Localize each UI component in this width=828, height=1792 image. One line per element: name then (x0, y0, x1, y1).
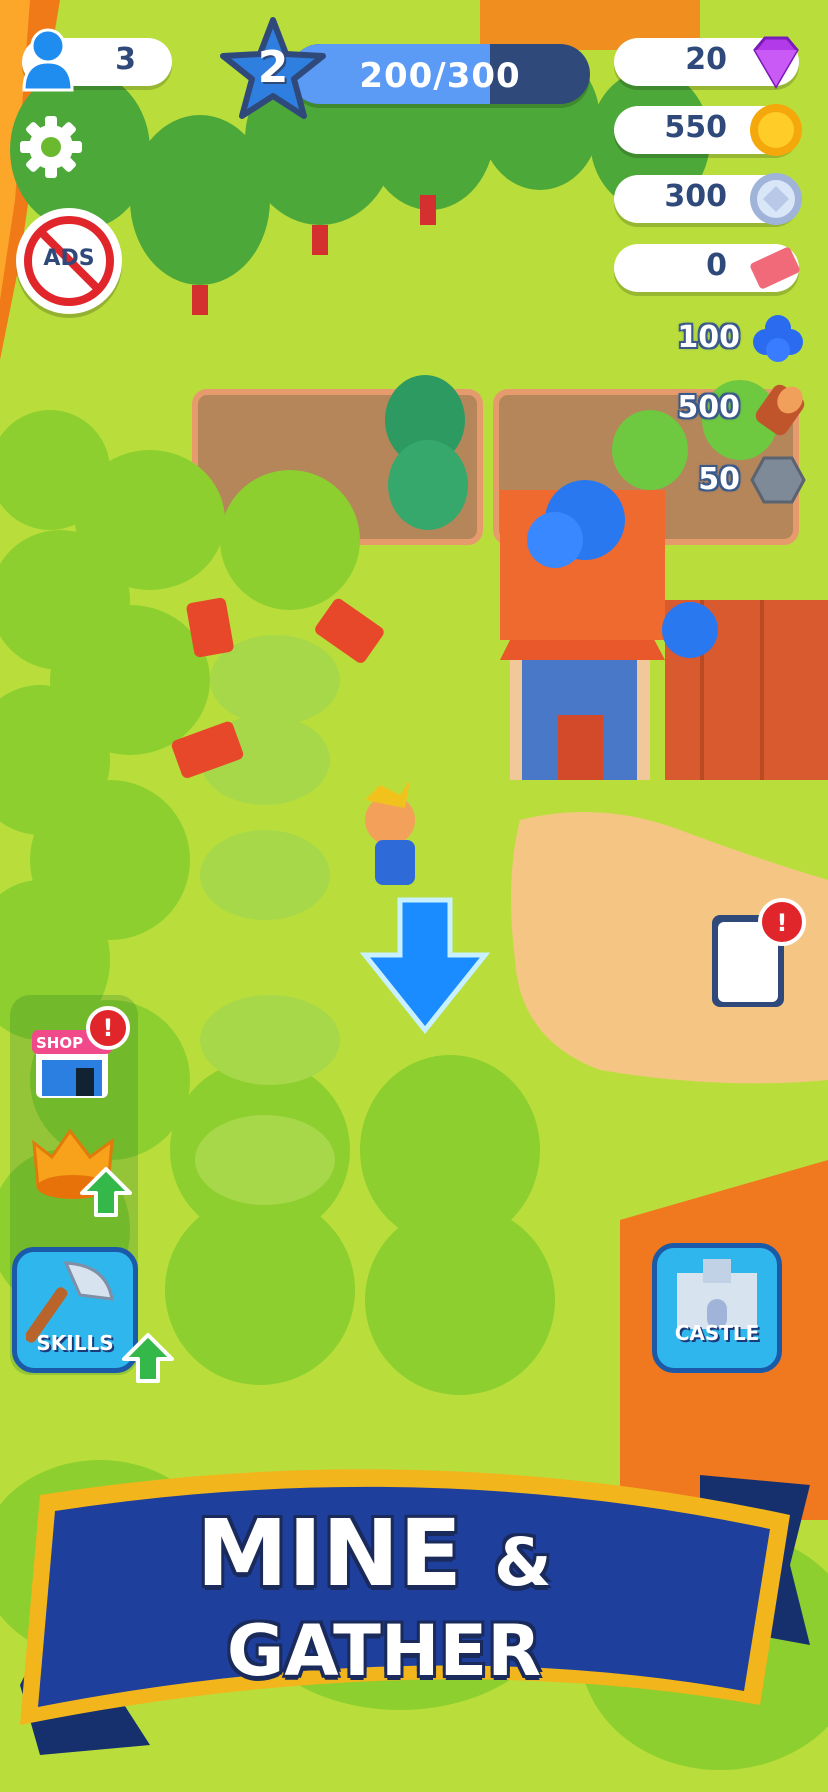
gems-count: 20 (685, 42, 727, 77)
tickets-pill[interactable]: 0 (614, 244, 800, 292)
silver-count: 300 (664, 179, 727, 214)
players-pill[interactable]: 3 (22, 28, 172, 92)
berries-count: 100 (677, 320, 740, 355)
stone-icon (750, 456, 806, 504)
players-count: 3 (115, 42, 136, 77)
silver-coin-icon (750, 173, 802, 225)
level-number: 2 (257, 42, 289, 93)
gem-icon (753, 36, 799, 89)
coin-icon (750, 104, 802, 156)
shop-alert-badge: ! (86, 1006, 130, 1050)
coins-count: 550 (664, 110, 727, 145)
banner-line1: MINE & (0, 1500, 788, 1607)
shop-button[interactable]: SHOP ! (30, 1006, 130, 1102)
banner-line2: GATHER (226, 1610, 542, 1692)
person-icon (22, 28, 74, 92)
banner-ampersand: & (494, 1524, 552, 1601)
gems-pill[interactable]: 20 (614, 36, 799, 89)
stone-count: 50 (698, 462, 740, 497)
silver-pill[interactable]: 300 (614, 173, 802, 225)
xp-progress-text: 200/300 (359, 56, 521, 96)
tickets-count: 0 (706, 248, 727, 283)
svg-text:!: ! (777, 909, 788, 937)
banner-title-mine: MINE (196, 1500, 463, 1607)
castle-label: CASTLE (674, 1321, 760, 1345)
wood-count: 500 (677, 390, 740, 425)
no-ads-button[interactable]: ADS (16, 208, 122, 314)
skills-button[interactable]: SKILLS (12, 1247, 174, 1383)
upgrade-arrow-icon (122, 1333, 174, 1383)
coins-pill[interactable]: 550 (614, 104, 802, 156)
gear-icon[interactable] (16, 112, 86, 182)
upgrade-arrow-icon (80, 1167, 132, 1217)
castle-button[interactable]: CASTLE (652, 1243, 782, 1373)
berry-icon (753, 315, 803, 362)
log-icon (755, 384, 805, 436)
no-ads-label: ADS (43, 246, 95, 271)
crown-upgrade-button[interactable] (28, 1125, 138, 1225)
xp-bar: 200/300 (290, 44, 590, 104)
ticket-icon (750, 247, 800, 289)
